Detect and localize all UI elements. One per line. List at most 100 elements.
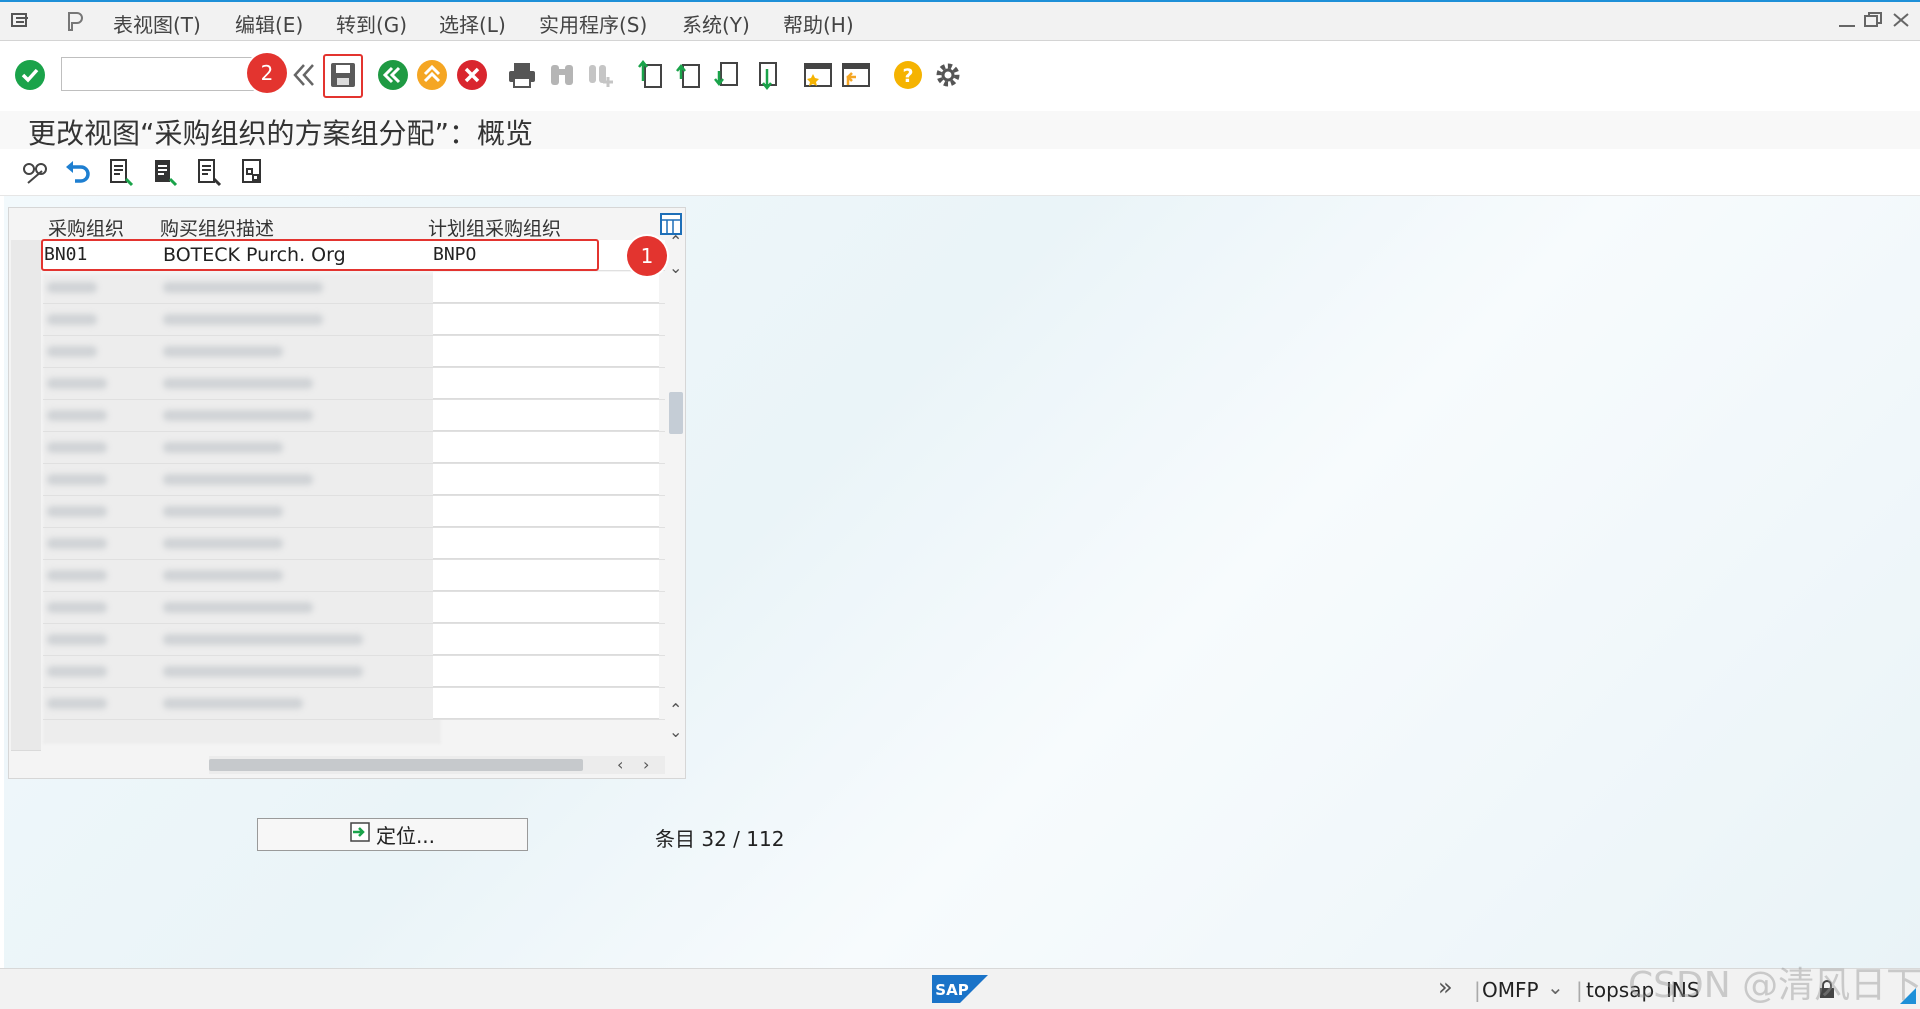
plan-group-input-cell[interactable] [433,304,659,335]
plan-group-input-cell[interactable] [433,272,659,303]
new-session-icon[interactable] [801,58,835,92]
blurred-cell [47,538,107,549]
blurred-cell [47,346,97,357]
scroll-left-icon[interactable]: ‹ [617,755,623,774]
status-expand-icon[interactable]: » [1438,973,1453,1001]
display-change-icon[interactable] [18,155,52,189]
plan-group-input-cell[interactable] [433,400,659,431]
next-page-icon[interactable] [710,58,744,92]
minimize-icon[interactable] [1836,10,1858,30]
delete-entries-icon[interactable] [192,155,226,189]
row-highlight-box [41,239,599,271]
back-icon[interactable] [376,58,410,92]
help-icon[interactable]: ? [891,58,925,92]
plan-group-input-cell[interactable] [433,528,659,559]
horizontal-scroll-thumb[interactable] [209,759,583,771]
scroll-up-icon[interactable]: ⌃ [669,232,682,251]
menu-utilities[interactable]: 实用程序(S) [539,9,647,38]
blurred-cell [163,570,283,581]
scroll-right-icon[interactable]: › [643,755,649,774]
scroll-down-icon[interactable]: ⌄ [669,258,682,277]
status-separator: | [1576,978,1583,1002]
blurred-cell [163,506,283,517]
page-title: 更改视图“采购组织的方案组分配”：概览 [28,117,534,150]
cancel-icon[interactable] [455,58,489,92]
blurred-cell [163,442,283,453]
sap-logo: SAP [932,975,988,1008]
menu-table-view[interactable]: 表视图(T) [113,9,201,38]
menu-system[interactable]: 系统(Y) [682,9,750,38]
status-separator: | [1474,978,1481,1002]
customize-layout-icon[interactable] [64,10,86,31]
plan-group-input-cell[interactable] [433,496,659,527]
plan-group-input-cell[interactable] [433,592,659,623]
print-icon[interactable] [505,58,539,92]
blurred-cell [47,634,107,645]
callout-marker-1: 1 [627,236,667,276]
undo-icon[interactable] [61,155,95,189]
blurred-cell [47,666,107,677]
entries-counter: 条目 32 / 112 [655,827,785,851]
settings-gear-icon[interactable] [931,58,965,92]
previous-page-icon[interactable] [672,58,706,92]
menu-selection[interactable]: 选择(L) [439,9,506,38]
blurred-cell [163,282,323,293]
page-down-icon[interactable]: ⌄ [669,722,682,741]
callout-marker-2: 2 [247,53,287,93]
blurred-cell [163,698,303,709]
blurred-cell [47,282,97,293]
blurred-cell [47,442,107,453]
last-page-icon[interactable] [749,58,783,92]
blurred-cell [163,666,363,677]
blurred-cell [47,698,107,709]
menu-expand-icon[interactable] [10,10,32,30]
restore-icon[interactable] [1862,10,1884,30]
status-transaction[interactable]: OMFP [1482,978,1539,1002]
plan-group-input-cell[interactable] [433,688,659,719]
vertical-scroll-thumb[interactable] [669,392,683,434]
column-header-plan-group[interactable]: 计划组采购组织 [428,214,561,241]
row-selector-column[interactable] [11,240,41,751]
menu-edit[interactable]: 编辑(E) [235,9,303,38]
plan-group-input-cell[interactable] [433,368,659,399]
copy-as-icon[interactable] [148,155,182,189]
menu-help[interactable]: 帮助(H) [783,9,854,38]
locate-button[interactable]: 定位... [257,818,528,851]
blurred-cell [163,314,323,325]
new-entries-icon[interactable] [104,155,138,189]
blurred-cell [47,474,107,485]
blurred-cell [47,602,107,613]
generate-shortcut-icon[interactable] [839,58,873,92]
plan-group-input-cell[interactable] [433,336,659,367]
enter-check-icon[interactable] [13,58,47,92]
page-up-icon[interactable]: ⌃ [669,700,682,719]
collapse-field-icon[interactable] [287,58,321,92]
select-all-icon[interactable] [236,155,270,189]
blurred-cell [163,378,313,389]
blurred-cell [163,410,313,421]
locate-icon [350,822,370,847]
plan-group-input-cell[interactable] [433,560,659,591]
blurred-cell [163,634,363,645]
column-header-description[interactable]: 购买组织描述 [160,214,274,241]
column-header-purch-org[interactable]: 采购组织 [48,214,124,241]
table-control: 采购组织 购买组织描述 计划组采购组织 BN01 BOTECK Purch. O… [8,207,686,779]
table-header: 采购组织 购买组织描述 计划组采购组织 [11,210,663,240]
vertical-scrollbar[interactable]: ⌃ ⌄ ⌃ ⌄ [667,232,685,748]
save-icon[interactable] [326,58,360,92]
horizontal-scrollbar[interactable]: ‹ › [209,755,665,774]
plan-group-input-cell[interactable] [433,464,659,495]
command-field[interactable] [61,57,275,91]
svg-text:?: ? [902,65,913,87]
application-toolbar [0,149,1920,196]
menu-bar: 表视图(T) 编辑(E) 转到(G) 选择(L) 实用程序(S) 系统(Y) 帮… [0,0,1920,41]
menu-goto[interactable]: 转到(G) [336,9,407,38]
close-window-icon[interactable] [1890,10,1912,30]
plan-group-input-cell[interactable] [433,432,659,463]
first-page-icon[interactable] [634,58,668,92]
status-dropdown-icon[interactable]: ⌄ [1547,975,1564,999]
title-bar: 更改视图“采购组织的方案组分配”：概览 [0,111,1920,150]
plan-group-input-cell[interactable] [433,624,659,655]
plan-group-input-cell[interactable] [433,656,659,687]
exit-icon[interactable] [415,58,449,92]
